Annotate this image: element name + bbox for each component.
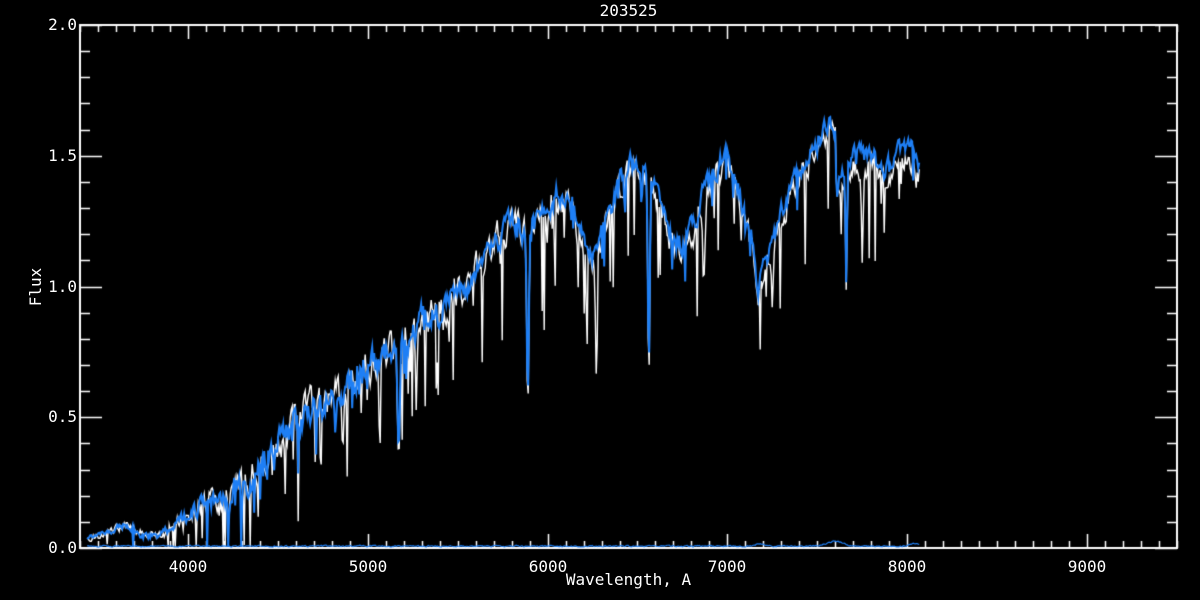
- x-axis-label: Wavelength, A: [565, 570, 692, 589]
- y-tick-label: 1.5: [48, 146, 77, 165]
- y-tick-label: 0.0: [48, 538, 77, 557]
- x-tick-label: 5000: [348, 557, 388, 576]
- x-tick-label: 9000: [1067, 557, 1107, 576]
- x-tick-label: 4000: [168, 557, 208, 576]
- x-tick-label: 7000: [707, 557, 747, 576]
- x-tick-label: 8000: [887, 557, 927, 576]
- y-tick-label: 0.5: [48, 407, 77, 426]
- spectrum-plot-canvas: [0, 0, 1200, 600]
- y-tick-label: 2.0: [48, 15, 77, 34]
- y-tick-label: 1.0: [48, 277, 77, 296]
- plot-title: 203525: [599, 1, 658, 20]
- x-tick-label: 6000: [528, 557, 568, 576]
- spectral-plot-figure: 203525 Wavelength, A Flux 2.0 1.5 1.0 0.…: [0, 0, 1200, 600]
